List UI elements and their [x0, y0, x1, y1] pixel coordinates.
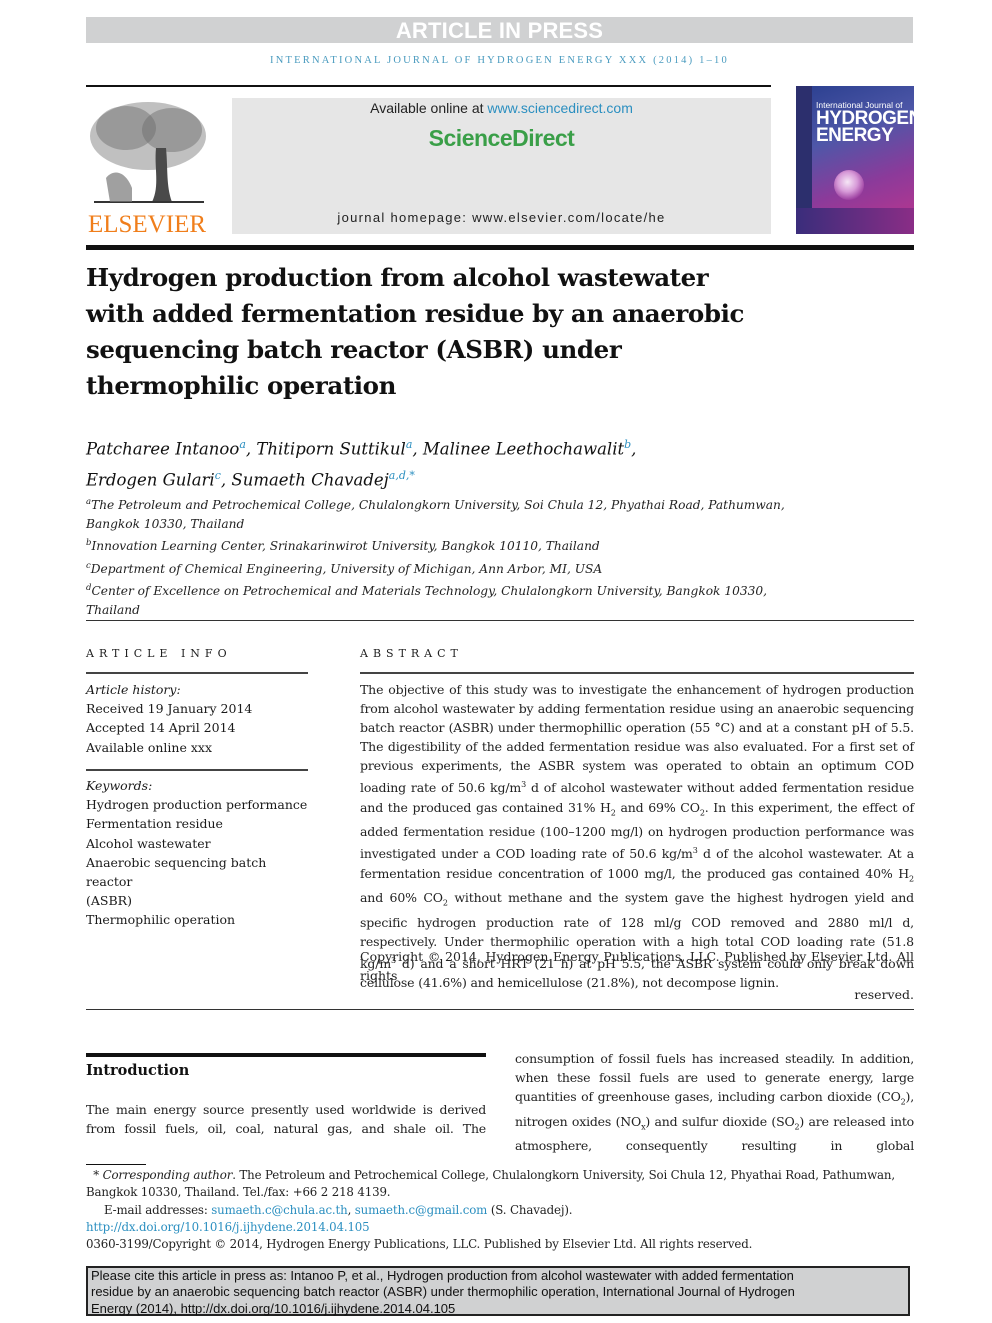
corresponding-author-label: Corresponding author	[102, 1168, 233, 1182]
affiliation-text: Thailand	[86, 603, 140, 618]
article-info-heading: ARTICLE INFO	[86, 647, 232, 660]
elsevier-tree-icon	[86, 98, 208, 210]
title-line: with added fermentation residue by an an…	[86, 299, 745, 328]
doi-link[interactable]: http://dx.doi.org/10.1016/j.ijhydene.201…	[86, 1220, 370, 1234]
elsevier-logo[interactable]: ELSEVIER	[86, 98, 208, 238]
citation-line: Please cite this article in press as: In…	[91, 1268, 794, 1283]
abstract-heading: ABSTRACT	[360, 647, 463, 660]
keyword-item: Hydrogen production performance	[86, 797, 308, 813]
history-label: Article history:	[86, 682, 181, 697]
subscript: 2	[909, 874, 914, 884]
affiliation-rule	[86, 620, 914, 621]
article-title: Hydrogen production from alcohol wastewa…	[86, 260, 806, 404]
keyword-item: Alcohol wastewater	[86, 835, 211, 851]
abstract-end-rule	[86, 1009, 914, 1010]
keywords: Keywords: Hydrogen production performanc…	[86, 776, 316, 930]
sciencedirect-link[interactable]: www.sciencedirect.com	[487, 100, 633, 116]
footnote-rule	[86, 1164, 146, 1165]
author-sep: ,	[631, 439, 637, 459]
title-line: Hydrogen production from alcohol wastewa…	[86, 263, 709, 292]
cover-title-large: HYDROGEN ENERGY	[816, 109, 914, 146]
keyword-item: Fermentation residue	[86, 816, 223, 832]
author-name: Thitiporn Suttikul	[256, 439, 406, 459]
footnote-mark: *	[93, 1168, 99, 1182]
author-sep: ,	[412, 439, 423, 459]
email-link[interactable]: sumaeth.c@gmail.com	[355, 1203, 488, 1217]
available-online: Available online at www.sciencedirect.co…	[232, 100, 771, 116]
masthead-top-rule	[86, 85, 771, 87]
author-name: Erdogen Gulari	[86, 470, 215, 489]
article-info-rule	[86, 769, 308, 771]
cover-orb-icon	[834, 170, 864, 200]
author-name: Malinee Leethochawalit	[422, 439, 625, 459]
author-sep: ,	[245, 439, 257, 459]
history-item: Accepted 14 April 2014	[86, 720, 236, 736]
keyword-item: (ASBR)	[86, 893, 132, 909]
sciencedirect-logo[interactable]: ScienceDirect	[232, 125, 771, 152]
elsevier-wordmark: ELSEVIER	[87, 211, 207, 238]
keywords-label: Keywords:	[86, 778, 153, 793]
history-item: Available online xxx	[86, 739, 212, 755]
intro-fragment: consumption of fossil fuels has increase…	[515, 1051, 914, 1105]
introduction-text-left: The main energy source presently used wo…	[86, 1102, 486, 1137]
affiliation-text: Department of Chemical Engineering, Univ…	[90, 561, 603, 576]
copyright-line: Copyright © 2014, Hydrogen Energy Public…	[360, 949, 914, 984]
article-info-rule	[86, 672, 308, 674]
keyword-item: Anaerobic sequencing batch reactor	[86, 854, 267, 890]
author-name: Sumaeth Chavadej	[231, 470, 389, 489]
email-label: E-mail addresses:	[104, 1202, 212, 1217]
abstract-rule	[360, 672, 914, 674]
author-list: Patcharee Intanooa, Thitiporn Suttikula,…	[86, 432, 846, 493]
available-online-label: Available online at	[370, 100, 488, 116]
abstract-fragment: and 69% CO	[615, 799, 700, 815]
author-name: Patcharee Intanoo	[86, 439, 240, 459]
article-history: Article history: Received 19 January 201…	[86, 680, 316, 757]
footnotes: * Corresponding author. The Petroleum an…	[86, 1167, 914, 1253]
author-sep: ,	[220, 470, 232, 489]
abstract-text: The objective of this study was to inves…	[360, 680, 914, 992]
copyright-line: reserved.	[854, 987, 914, 1003]
intro-fragment: ) and sulfur dioxide (SO	[645, 1113, 795, 1129]
email-note: E-mail addresses: sumaeth.c@chula.ac.th,…	[86, 1202, 914, 1219]
affiliation-item: aThe Petroleum and Petrochemical College…	[86, 493, 786, 534]
section-rule	[86, 1053, 486, 1057]
affiliation-text: Innovation Learning Center, Srinakarinwi…	[91, 539, 600, 554]
abstract-fragment: and 60% CO	[360, 890, 443, 906]
cover-energy: ENERGY	[816, 125, 894, 146]
title-line: thermophilic operation	[86, 371, 397, 400]
affiliation-item: cDepartment of Chemical Engineering, Uni…	[86, 557, 786, 579]
sciencedirect-box: Available online at www.sciencedirect.co…	[232, 98, 771, 234]
introduction-heading: Introduction	[86, 1062, 190, 1079]
affiliation-list: aThe Petroleum and Petrochemical College…	[86, 493, 786, 620]
affiliation-item: dCenter of Excellence on Petrochemical a…	[86, 579, 786, 620]
citation-box: Please cite this article in press as: In…	[86, 1266, 910, 1316]
affiliation-item: bInnovation Learning Center, Srinakarinw…	[86, 534, 786, 556]
journal-running-head: INTERNATIONAL JOURNAL OF HYDROGEN ENERGY…	[270, 55, 729, 66]
affiliation-link[interactable]: a,d,*	[389, 469, 415, 482]
abstract-fragment: The objective of this study was to inves…	[360, 682, 914, 796]
keyword-item: Thermophilic operation	[86, 912, 236, 928]
affiliation-text: The Petroleum and Petrochemical College,…	[91, 498, 785, 513]
abstract-copyright: Copyright © 2014, Hydrogen Energy Public…	[360, 947, 914, 1004]
email-link[interactable]: sumaeth.c@chula.ac.th	[211, 1203, 347, 1217]
article-in-press-banner: ARTICLE IN PRESS	[86, 17, 913, 43]
corresponding-author-note: * Corresponding author. The Petroleum an…	[86, 1167, 914, 1202]
citation-line: residue by an anaerobic sequencing batch…	[91, 1284, 795, 1300]
affiliation-text: Center of Excellence on Petrochemical an…	[91, 584, 767, 599]
journal-homepage[interactable]: journal homepage: www.elsevier.com/locat…	[232, 210, 771, 225]
history-item: Received 19 January 2014	[86, 701, 253, 717]
journal-cover-image[interactable]: International Journal of HYDROGEN ENERGY	[796, 86, 914, 234]
email-separator: ,	[347, 1202, 355, 1217]
affiliation-text: Bangkok 10330, Thailand	[86, 517, 245, 532]
issn-copyright: 0360-3199/Copyright © 2014, Hydrogen Ene…	[86, 1237, 753, 1252]
cover-footer	[796, 208, 914, 234]
header-rule	[86, 245, 914, 250]
email-owner: (S. Chavadej).	[487, 1202, 573, 1217]
citation-line[interactable]: Energy (2014), http://dx.doi.org/10.1016…	[91, 1301, 908, 1317]
introduction-text-right: consumption of fossil fuels has increase…	[515, 1049, 914, 1155]
title-line: sequencing batch reactor (ASBR) under	[86, 335, 622, 364]
